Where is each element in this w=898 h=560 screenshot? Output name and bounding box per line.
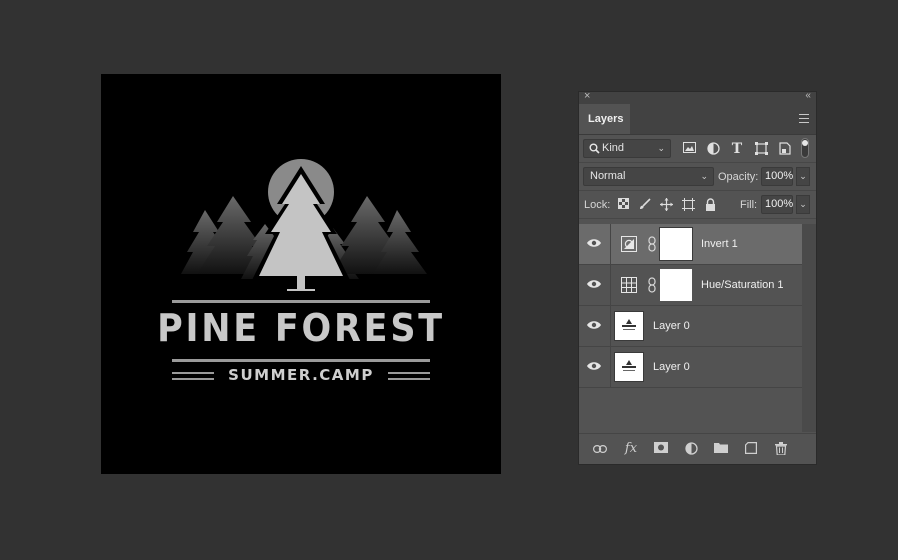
- opacity-label: Opacity:: [718, 171, 759, 183]
- layer-mask-thumbnail[interactable]: [660, 269, 692, 301]
- visibility-column: [579, 224, 611, 264]
- logo-thumbnail-image: [622, 360, 636, 371]
- fx-icon[interactable]: fx: [624, 442, 638, 456]
- filter-kind-dropdown[interactable]: Kind ⌄: [583, 139, 671, 158]
- chevron-down-icon: ⌄: [700, 171, 708, 181]
- layers-list: Invert 1 Hue/Saturation 1 Layer 0 Layer …: [579, 224, 802, 388]
- logo-thumbnail-image: [622, 319, 636, 330]
- blend-mode-value: Normal: [590, 170, 626, 182]
- opacity-input[interactable]: 100%: [761, 167, 793, 186]
- eye-icon[interactable]: [587, 238, 601, 248]
- panel-menu-icon[interactable]: [799, 114, 809, 123]
- layer-name: Invert 1: [701, 238, 738, 250]
- layer-thumbnail[interactable]: [614, 352, 644, 382]
- layer-row-layer-0-copy[interactable]: Layer 0: [579, 347, 802, 388]
- layers-panel: × ‹‹ Layers Kind ⌄ T Normal ⌄ Opacity: 1…: [578, 90, 817, 465]
- fill-label: Fill:: [740, 199, 758, 211]
- lock-all-icon[interactable]: [703, 198, 717, 212]
- lock-position-move-icon[interactable]: [659, 198, 673, 212]
- layer-row-layer-0[interactable]: Layer 0: [579, 306, 802, 347]
- type-filter-icon[interactable]: T: [730, 142, 744, 156]
- main-tree-trunk: [297, 274, 305, 290]
- layer-name: Layer 0: [653, 361, 690, 373]
- filter-toggle-icon[interactable]: [801, 138, 809, 158]
- top-divider: [172, 300, 430, 303]
- layer-name: Layer 0: [653, 320, 690, 332]
- tab-layers[interactable]: Layers: [579, 104, 630, 134]
- bottom-divider: [172, 359, 430, 362]
- lock-label: Lock:: [584, 199, 611, 211]
- link-layers-icon[interactable]: [593, 442, 608, 456]
- lock-pixels-brush-icon[interactable]: [638, 198, 652, 212]
- layer-row-invert[interactable]: Invert 1: [579, 224, 802, 265]
- blend-mode-dropdown[interactable]: Normal ⌄: [583, 167, 714, 186]
- eye-icon[interactable]: [587, 279, 601, 289]
- opacity-chevron-icon[interactable]: ⌄: [796, 167, 810, 186]
- blend-row: Normal ⌄ Opacity: 100% ⌄: [579, 163, 816, 191]
- layers-scrollbar[interactable]: [802, 224, 816, 432]
- lock-transparency-icon[interactable]: [616, 198, 630, 212]
- visibility-column: [579, 265, 611, 305]
- layer-thumbnail[interactable]: [614, 311, 644, 341]
- chevron-down-icon: ⌄: [657, 143, 665, 153]
- lock-row: Lock: Fill: 100% ⌄: [579, 191, 816, 219]
- logo-title: PINE FOREST: [157, 306, 445, 350]
- eye-icon[interactable]: [587, 320, 601, 330]
- link-chain-icon[interactable]: [648, 277, 656, 293]
- fill-chevron-icon[interactable]: ⌄: [796, 195, 810, 214]
- eye-icon[interactable]: [587, 361, 601, 371]
- image-filter-icon[interactable]: [682, 142, 696, 156]
- layers-bottom-toolbar: fx: [579, 433, 816, 464]
- hue-saturation-icon: [621, 277, 637, 293]
- new-adjustment-icon[interactable]: [684, 442, 698, 456]
- lock-artboard-icon[interactable]: [681, 198, 695, 212]
- pine-forest-logo: [172, 159, 430, 380]
- visibility-column: [579, 306, 611, 346]
- collapse-panel-icon[interactable]: ‹‹: [805, 90, 811, 101]
- smart-object-filter-icon[interactable]: [778, 142, 792, 156]
- add-mask-icon[interactable]: [654, 442, 668, 456]
- panel-tabbar: Layers: [579, 104, 816, 135]
- new-group-folder-icon[interactable]: [714, 442, 728, 456]
- fill-input[interactable]: 100%: [761, 195, 793, 214]
- new-layer-icon[interactable]: [744, 442, 758, 456]
- search-icon: [589, 143, 600, 154]
- panel-header: × ‹‹: [579, 90, 816, 104]
- invert-icon: [621, 236, 637, 252]
- filter-row: Kind ⌄ T: [579, 135, 816, 163]
- filter-kind-label: Kind: [602, 142, 625, 154]
- layer-row-hue-saturation[interactable]: Hue/Saturation 1: [579, 265, 802, 306]
- shape-filter-icon[interactable]: [754, 142, 768, 156]
- adjustment-filter-icon[interactable]: [706, 142, 720, 156]
- visibility-column: [579, 347, 611, 387]
- delete-layer-icon[interactable]: [774, 442, 788, 456]
- layer-name: Hue/Saturation 1: [701, 279, 784, 291]
- close-panel-icon[interactable]: ×: [584, 90, 590, 102]
- link-chain-icon[interactable]: [648, 236, 656, 252]
- logo-subtitle: SUMMER.CAMP: [228, 366, 374, 384]
- layer-mask-thumbnail[interactable]: [659, 227, 693, 261]
- document-canvas[interactable]: PINE FOREST SUMMER.CAMP: [101, 74, 501, 474]
